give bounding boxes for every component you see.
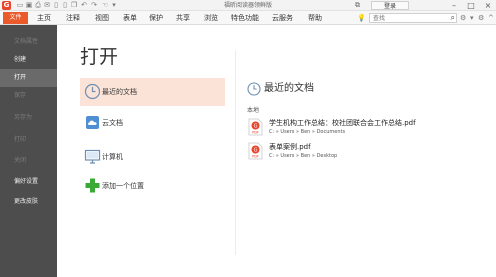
backstage-sidebar: 文档属性 创建 打开 保存 另存为 打印 关闭 偏好设置 更改皮肤: [0, 25, 57, 277]
svg-text:G: G: [254, 123, 258, 129]
recent-file-item[interactable]: G PDF 表单案例.pdf C: » Users » Ben » Deskto…: [248, 142, 468, 166]
location-label: 添加一个位置: [102, 182, 144, 190]
panel-divider: [235, 50, 236, 255]
svg-text:G: G: [254, 147, 258, 153]
location-recent-documents[interactable]: 最近的文档: [80, 78, 225, 106]
tab-help[interactable]: 帮助: [308, 12, 322, 24]
dropdown-icon[interactable]: ▾: [470, 13, 474, 23]
file-name: 学生机构工作总结：校社团联合会工作总结.pdf: [269, 119, 416, 127]
sidebar-item-save-as[interactable]: 另存为: [0, 109, 57, 127]
search-icon[interactable]: ⌕: [451, 13, 455, 22]
sidebar-item-change-skin[interactable]: 更改皮肤: [0, 193, 57, 211]
login-button[interactable]: 登录: [371, 1, 409, 10]
file-path: C: » Users » Ben » Desktop: [269, 153, 338, 159]
search-options-icon[interactable]: ⚙: [460, 13, 466, 23]
maximize-icon[interactable]: □: [465, 0, 477, 11]
svg-text:PDF: PDF: [252, 131, 259, 135]
file-name: 表单案例.pdf: [269, 143, 311, 151]
file-path: C: » Users » Ben » Documents: [269, 129, 346, 135]
ribbon-toggle-icon[interactable]: ⧉: [355, 1, 360, 10]
location-label: 云文档: [102, 119, 123, 127]
sidebar-item-open[interactable]: 打开: [0, 69, 57, 87]
clock-icon: [247, 82, 261, 96]
tab-protect[interactable]: 保护: [149, 12, 163, 24]
tab-browse[interactable]: 浏览: [204, 12, 218, 24]
sidebar-item-save[interactable]: 保存: [0, 87, 57, 105]
tab-file[interactable]: 文件: [3, 12, 28, 24]
plus-icon: [85, 178, 100, 193]
tab-cloud-service[interactable]: 云服务: [272, 12, 293, 24]
minimize-icon[interactable]: –: [448, 0, 460, 11]
menu-bar: 文件 主页 注释 视图 表单 保护 共享 浏览 特色功能 云服务 帮助 💡 ⌕ …: [0, 11, 496, 25]
pdf-file-icon: G PDF: [248, 118, 263, 136]
app-window: G ▭ ▣ ⎙ ✉ ▯ ▯ ❐ ↶ ↷ ☜ ▾ 福昕阅读器领鲜版 ⧉ 登录 – …: [0, 0, 496, 277]
location-cloud-documents[interactable]: 云文档: [80, 109, 225, 137]
tab-comment[interactable]: 注释: [66, 12, 80, 24]
group-label-local: 本地: [247, 107, 260, 114]
sidebar-item-preferences[interactable]: 偏好设置: [0, 173, 57, 191]
page-title: 打开: [80, 46, 119, 68]
settings-icon[interactable]: ⚙: [478, 13, 484, 23]
recent-documents-title: 最近的文档: [264, 83, 314, 94]
location-add-place[interactable]: 添加一个位置: [80, 172, 225, 200]
search-input[interactable]: [370, 14, 445, 22]
tab-share[interactable]: 共享: [176, 12, 190, 24]
clock-icon: [84, 83, 101, 100]
svg-text:PDF: PDF: [252, 155, 259, 159]
location-label: 最近的文档: [102, 88, 137, 96]
pdf-file-icon: G PDF: [248, 142, 263, 160]
location-computer[interactable]: 计算机: [80, 143, 225, 171]
tell-me-icon[interactable]: 💡: [357, 13, 366, 23]
cloud-icon: [86, 116, 99, 129]
collapse-icon[interactable]: ^: [488, 13, 494, 23]
close-icon[interactable]: ×: [482, 0, 494, 11]
sidebar-item-print[interactable]: 打印: [0, 131, 57, 149]
tab-features[interactable]: 特色功能: [231, 12, 259, 24]
search-box[interactable]: ⌕: [369, 13, 457, 23]
location-label: 计算机: [102, 153, 123, 161]
recent-file-item[interactable]: G PDF 学生机构工作总结：校社团联合会工作总结.pdf C: » Users…: [248, 118, 468, 142]
title-bar: G ▭ ▣ ⎙ ✉ ▯ ▯ ❐ ↶ ↷ ☜ ▾ 福昕阅读器领鲜版 ⧉ 登录 – …: [0, 0, 496, 11]
sidebar-item-create[interactable]: 创建: [0, 51, 57, 69]
tab-home[interactable]: 主页: [37, 12, 51, 24]
sidebar-item-close[interactable]: 关闭: [0, 152, 57, 170]
tab-view[interactable]: 视图: [95, 12, 109, 24]
sidebar-item-document-properties[interactable]: 文档属性: [0, 33, 57, 51]
tab-form[interactable]: 表单: [123, 12, 137, 24]
window-title: 福昕阅读器领鲜版: [223, 2, 272, 9]
computer-icon: [84, 149, 101, 164]
